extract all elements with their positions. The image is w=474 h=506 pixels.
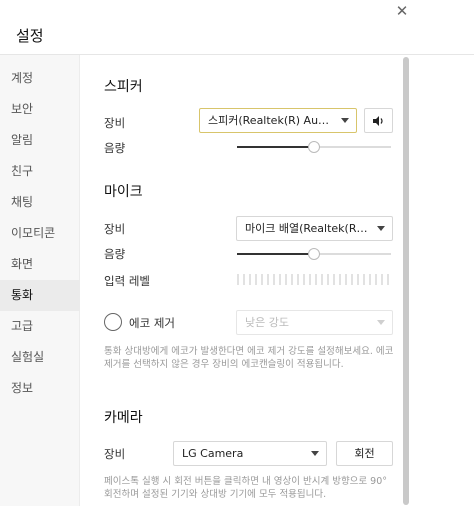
speaker-section-title: 스피커 — [104, 79, 143, 95]
mic-device-select[interactable]: 마이크 배열(Realtek(R) Au... — [236, 216, 393, 241]
speaker-icon — [373, 116, 383, 126]
level-bar — [297, 274, 299, 285]
level-bar — [273, 274, 275, 285]
level-bar — [387, 274, 389, 285]
camera-device-select[interactable]: LG Camera — [173, 441, 327, 466]
level-bar — [315, 274, 317, 285]
sidebar: 계정 보안 알림 친구 채팅 이모티콘 화면 통화 고급 실험실 정보 — [0, 55, 80, 506]
chevron-down-icon — [377, 320, 385, 325]
level-bar — [267, 274, 269, 285]
sidebar-item-chat[interactable]: 채팅 — [0, 187, 80, 218]
speaker-device-label: 장비 — [104, 116, 126, 130]
level-bar — [303, 274, 305, 285]
chevron-down-icon — [341, 118, 349, 123]
camera-device-label: 장비 — [104, 447, 126, 461]
echo-cancel-label: 에코 제거 — [129, 316, 175, 330]
input-level-meter — [237, 274, 393, 286]
window-title: 설정 — [16, 27, 44, 45]
level-bar — [255, 274, 257, 285]
slider-fill — [237, 253, 314, 255]
slider-thumb[interactable] — [308, 248, 320, 260]
slider-thumb[interactable] — [308, 141, 320, 153]
echo-cancel-toggle[interactable] — [104, 313, 122, 331]
sidebar-item-labs[interactable]: 실험실 — [0, 342, 80, 373]
level-bar — [375, 274, 377, 285]
level-bar — [249, 274, 251, 285]
chevron-down-icon — [377, 226, 385, 231]
sidebar-item-emoticons[interactable]: 이모티콘 — [0, 218, 80, 249]
echo-description: 통화 상대방에게 에코가 발생한다면 에코 제거 강도를 설정해보세요. 에코 … — [104, 346, 394, 370]
scrollbar-thumb[interactable] — [403, 57, 409, 505]
level-bar — [261, 274, 263, 285]
mic-device-value: 마이크 배열(Realtek(R) Au... — [245, 222, 370, 235]
speaker-test-button[interactable] — [364, 108, 393, 133]
sidebar-item-display[interactable]: 화면 — [0, 249, 80, 280]
level-bar — [345, 274, 347, 285]
sidebar-item-call[interactable]: 통화 — [0, 280, 80, 311]
level-bar — [237, 274, 239, 285]
speaker-device-value: 스피커(Realtek(R) Audio) — [208, 114, 333, 127]
level-bar — [243, 274, 245, 285]
close-icon[interactable]: ✕ — [392, 2, 412, 22]
level-bar — [363, 274, 365, 285]
level-bar — [321, 274, 323, 285]
sidebar-item-advanced[interactable]: 고급 — [0, 311, 80, 342]
level-bar — [369, 274, 371, 285]
level-bar — [279, 274, 281, 285]
camera-section-title: 카메라 — [104, 410, 143, 426]
rotate-button[interactable]: 회전 — [336, 441, 393, 466]
level-bar — [351, 274, 353, 285]
call-settings-panel: 스피커 장비 스피커(Realtek(R) Audio) 음량 마이크 장비 마… — [81, 55, 474, 506]
input-level-label: 입력 레벨 — [104, 274, 150, 288]
mic-volume-slider[interactable] — [237, 247, 391, 261]
settings-window: ✕ 설정 계정 보안 알림 친구 채팅 이모티콘 화면 통화 고급 실험실 정보… — [0, 0, 474, 506]
level-bar — [291, 274, 293, 285]
camera-device-value: LG Camera — [182, 447, 244, 460]
mic-device-label: 장비 — [104, 222, 126, 236]
level-bar — [309, 274, 311, 285]
sidebar-item-account[interactable]: 계정 — [0, 63, 80, 94]
speaker-volume-slider[interactable] — [237, 140, 391, 154]
slider-fill — [237, 146, 314, 148]
level-bar — [333, 274, 335, 285]
sidebar-item-info[interactable]: 정보 — [0, 373, 80, 404]
echo-strength-select[interactable]: 낮은 강도 — [236, 310, 393, 335]
chevron-down-icon — [311, 451, 319, 456]
speaker-volume-label: 음량 — [104, 141, 126, 155]
level-bar — [285, 274, 287, 285]
sidebar-item-friends[interactable]: 친구 — [0, 156, 80, 187]
mic-section-title: 마이크 — [104, 184, 143, 200]
echo-strength-value: 낮은 강도 — [245, 316, 289, 329]
level-bar — [339, 274, 341, 285]
sidebar-item-security[interactable]: 보안 — [0, 94, 80, 125]
level-bar — [327, 274, 329, 285]
speaker-device-select[interactable]: 스피커(Realtek(R) Audio) — [199, 108, 357, 133]
sidebar-item-notifications[interactable]: 알림 — [0, 125, 80, 156]
mic-volume-label: 음량 — [104, 247, 126, 261]
camera-description: 페이스톡 실행 시 회전 버튼을 클릭하면 내 영상이 반시계 방향으로 90°… — [104, 476, 388, 500]
level-bar — [357, 274, 359, 285]
scrollbar[interactable] — [402, 55, 410, 506]
level-bar — [381, 274, 383, 285]
